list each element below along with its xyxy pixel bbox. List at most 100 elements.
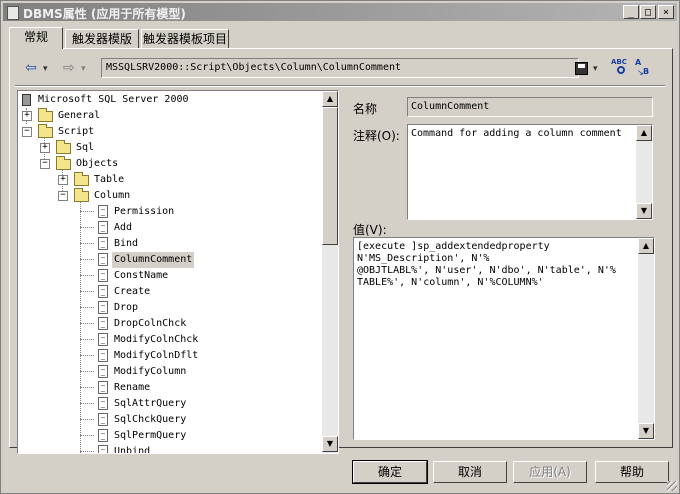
document-icon	[98, 365, 108, 378]
toolbar-separator	[15, 85, 665, 87]
document-icon	[98, 445, 108, 453]
tree-item-label: DropColnChck	[114, 318, 187, 329]
document-icon	[98, 429, 108, 442]
tree-item-bind[interactable]: Bind	[18, 236, 318, 252]
name-field[interactable]: ColumnComment	[407, 97, 653, 117]
tree-item-label: Permission	[114, 206, 175, 217]
tree-item-modifycolnchck[interactable]: ModifyColnChck	[18, 332, 318, 348]
tree-item-label: ModifyColumn	[114, 366, 187, 377]
tree-item-sql[interactable]: + Sql	[18, 140, 318, 156]
tree-scrollbar[interactable]: ▲ ▼	[322, 91, 338, 453]
tab-general[interactable]: 常规	[9, 27, 63, 49]
comment-label: 注释(O):	[353, 129, 400, 143]
tree-item-general[interactable]: + General	[18, 108, 318, 124]
document-icon	[98, 301, 108, 314]
value-label: 值(V):	[353, 223, 387, 237]
tab-trigger-template-items[interactable]: 触发器模板项目	[141, 29, 229, 48]
forward-arrow-icon[interactable]: ⇨	[63, 60, 75, 76]
tree-item-label: Drop	[114, 302, 139, 313]
database-icon	[22, 94, 31, 106]
ok-button[interactable]: 确定	[352, 460, 428, 484]
dbms-properties-window: DBMS属性 (应用于所有模型) _ □ × 常规 触发器模版 触发器模板项目 …	[0, 0, 680, 494]
scroll-down-icon[interactable]: ▼	[322, 436, 338, 452]
scroll-up-icon[interactable]: ▲	[322, 91, 338, 107]
tree-item-unbind[interactable]: Unbind	[18, 444, 318, 453]
back-dropdown-icon[interactable]: ▾	[43, 64, 48, 74]
tree-item-constname[interactable]: ConstName	[18, 268, 318, 284]
tree-item-modifycolndflt[interactable]: ModifyColnDflt	[18, 348, 318, 364]
maximize-button[interactable]: □	[640, 5, 656, 19]
tree-item-column[interactable]: − Column	[18, 188, 318, 204]
save-icon[interactable]	[575, 62, 588, 75]
tree-item-create[interactable]: Create	[18, 284, 318, 300]
tree-item-label: SqlChckQuery	[114, 414, 187, 425]
tree-item-sqlattrquery[interactable]: SqlAttrQuery	[18, 396, 318, 412]
tree-item-label: Objects	[76, 158, 119, 169]
tree-item-sqlchckquery[interactable]: SqlChckQuery	[18, 412, 318, 428]
cancel-button[interactable]: 取消	[433, 461, 507, 483]
tree-item-label: ModifyColnDflt	[114, 350, 199, 361]
expand-icon[interactable]: +	[22, 111, 32, 121]
expand-icon[interactable]: +	[58, 175, 68, 185]
document-icon	[98, 333, 108, 346]
scroll-down-icon[interactable]: ▼	[638, 423, 654, 439]
close-button[interactable]: ×	[658, 5, 674, 19]
collapse-icon[interactable]: −	[22, 127, 32, 137]
tree-item-label: Unbind	[114, 446, 151, 453]
save-dropdown-icon[interactable]: ▾	[593, 64, 598, 74]
tree-item-label: Rename	[114, 382, 151, 393]
folder-open-icon	[56, 156, 71, 170]
tree-item-label: ConstName	[114, 270, 169, 281]
tree-item-columncomment[interactable]: ColumnComment	[18, 252, 318, 268]
minimize-button[interactable]: _	[623, 5, 639, 19]
document-icon	[98, 285, 108, 298]
document-icon	[98, 381, 108, 394]
collapse-icon[interactable]: −	[58, 191, 68, 201]
tree-item-rename[interactable]: Rename	[18, 380, 318, 396]
scroll-up-icon[interactable]: ▲	[636, 125, 652, 141]
tree-item-label: Column	[94, 190, 131, 201]
scroll-up-icon[interactable]: ▲	[638, 238, 654, 254]
value-scrollbar[interactable]: ▲ ▼	[638, 238, 654, 439]
tree-item-root[interactable]: Microsoft SQL Server 2000	[18, 92, 318, 108]
comment-text: Command for adding a column comment	[411, 128, 622, 139]
scroll-thumb[interactable]	[322, 107, 338, 245]
value-text: [execute ]sp_addextendedproperty N'MS_De…	[357, 241, 616, 288]
scroll-down-icon[interactable]: ▼	[636, 203, 652, 219]
tree-item-objects[interactable]: − Objects	[18, 156, 318, 172]
value-textarea[interactable]: [execute ]sp_addextendedproperty N'MS_De…	[353, 237, 655, 440]
tree-item-drop[interactable]: Drop	[18, 300, 318, 316]
forward-dropdown-icon[interactable]: ▾	[81, 64, 86, 74]
collapse-icon[interactable]: −	[40, 159, 50, 169]
tree-item-dropcolnchck[interactable]: DropColnChck	[18, 316, 318, 332]
tree-item-label: ModifyColnChck	[114, 334, 199, 345]
size-grip-icon[interactable]	[667, 481, 677, 491]
tree-item-label: Table	[94, 174, 125, 185]
tree-item-label: SqlAttrQuery	[114, 398, 187, 409]
find-replace-icon[interactable]: A B ↘	[635, 58, 653, 78]
name-label: 名称	[353, 102, 378, 116]
tab-trigger-templates[interactable]: 触发器模版	[65, 29, 139, 48]
help-button[interactable]: 帮助	[595, 461, 669, 483]
spell-check-icon[interactable]: ABC	[611, 58, 629, 78]
path-field[interactable]: MSSQLSRV2000::Script\Objects\Column\Colu…	[101, 58, 579, 78]
document-icon	[98, 221, 108, 234]
tree-item-permission[interactable]: Permission	[18, 204, 318, 220]
tree-item-script[interactable]: − Script	[18, 124, 318, 140]
window-icon	[7, 6, 19, 20]
object-tree[interactable]: Microsoft SQL Server 2000 + General − Sc…	[17, 90, 339, 454]
toolbar: ⇦ ▾ ⇨ ▾ MSSQLSRV2000::Script\Objects\Col…	[15, 56, 665, 84]
apply-button[interactable]: 应用(A)	[513, 461, 587, 483]
expand-icon[interactable]: +	[40, 143, 50, 153]
tree-item-modifycolumn[interactable]: ModifyColumn	[18, 364, 318, 380]
tree-item-label: Bind	[114, 238, 139, 249]
comment-scrollbar[interactable]: ▲ ▼	[636, 125, 652, 219]
comment-textarea[interactable]: Command for adding a column comment ▲ ▼	[407, 124, 653, 220]
title-bar[interactable]: DBMS属性 (应用于所有模型) _ □ ×	[3, 3, 677, 21]
back-arrow-icon[interactable]: ⇦	[25, 60, 37, 76]
tree-item-label: SqlPermQuery	[114, 430, 187, 441]
tree-item-table[interactable]: + Table	[18, 172, 318, 188]
tree-item-add[interactable]: Add	[18, 220, 318, 236]
folder-open-icon	[74, 188, 89, 202]
tree-item-sqlpermquery[interactable]: SqlPermQuery	[18, 428, 318, 444]
